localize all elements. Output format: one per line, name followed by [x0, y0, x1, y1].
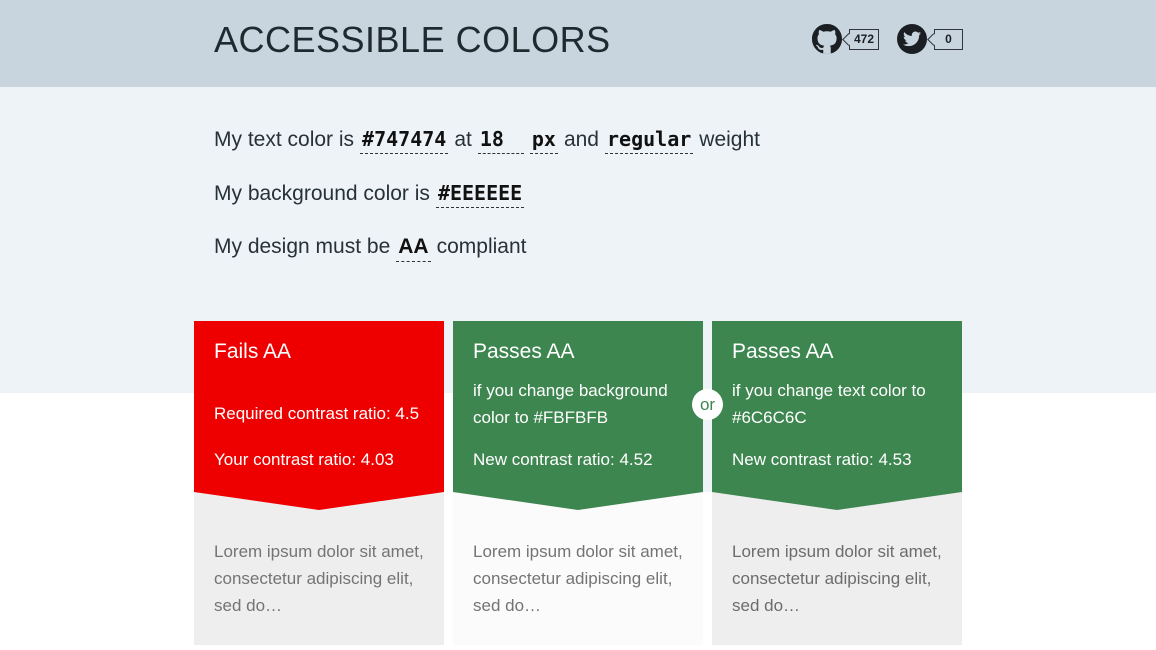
sample-text: Lorem ipsum dolor sit amet, consectetur …: [214, 542, 424, 615]
github-star-widget[interactable]: 472: [812, 24, 879, 54]
text-color-sentence: My text color is #747474 at 18 px and re…: [214, 127, 760, 154]
and-label: and: [563, 128, 599, 151]
or-badge: or: [692, 389, 723, 420]
result-card-text-suggestion: Passes AA if you change text color to #6…: [712, 321, 962, 645]
compliance-label: My design must be: [214, 235, 391, 258]
font-size-input[interactable]: 18: [477, 127, 524, 154]
results-cards: Fails AA Required contrast ratio: 4.5 Yo…: [194, 321, 962, 645]
status-title: Passes AA: [473, 340, 575, 363]
compliant-label: compliant: [436, 235, 527, 258]
new-ratio: New contrast ratio: 4.53: [732, 450, 912, 469]
sample-text: Lorem ipsum dolor sit amet, consectetur …: [732, 542, 942, 615]
result-card-background-suggestion: Passes AA if you change background color…: [453, 321, 703, 645]
page-title: ACCESSIBLE COLORS: [214, 19, 611, 60]
github-star-count[interactable]: 472: [849, 28, 879, 50]
compliance-level-select[interactable]: AA: [396, 235, 431, 262]
required-ratio: Required contrast ratio: 4.5: [214, 404, 420, 423]
result-card-current: Fails AA Required contrast ratio: 4.5 Yo…: [194, 321, 444, 645]
at-label: at: [454, 128, 472, 151]
suggestion-text: if you change text color to #6C6C6C: [732, 381, 926, 427]
weight-label: weight: [699, 128, 760, 151]
text-color-input[interactable]: #747474: [360, 127, 449, 154]
page-header: ACCESSIBLE COLORS 472 0: [0, 0, 1156, 87]
twitter-share-widget[interactable]: 0: [897, 24, 963, 54]
github-icon[interactable]: [812, 24, 842, 54]
sample-text: Lorem ipsum dolor sit amet, consectetur …: [473, 542, 683, 615]
background-color-sentence: My background color is #EEEEEE: [214, 181, 525, 208]
new-ratio: New contrast ratio: 4.52: [473, 450, 653, 469]
suggestion-text: if you change background color to #FBFBF…: [473, 381, 668, 427]
background-color-input[interactable]: #EEEEEE: [435, 181, 525, 208]
status-title: Fails AA: [214, 340, 292, 363]
status-title: Passes AA: [732, 340, 834, 363]
font-weight-select[interactable]: regular: [604, 127, 694, 154]
compliance-sentence: My design must be AA compliant: [214, 235, 526, 262]
background-color-label: My background color is: [214, 182, 430, 205]
font-unit-select[interactable]: px: [529, 127, 558, 154]
text-color-label: My text color is: [214, 128, 355, 151]
twitter-icon[interactable]: [897, 24, 927, 54]
twitter-share-count[interactable]: 0: [934, 28, 963, 50]
current-ratio: Your contrast ratio: 4.03: [214, 450, 394, 469]
